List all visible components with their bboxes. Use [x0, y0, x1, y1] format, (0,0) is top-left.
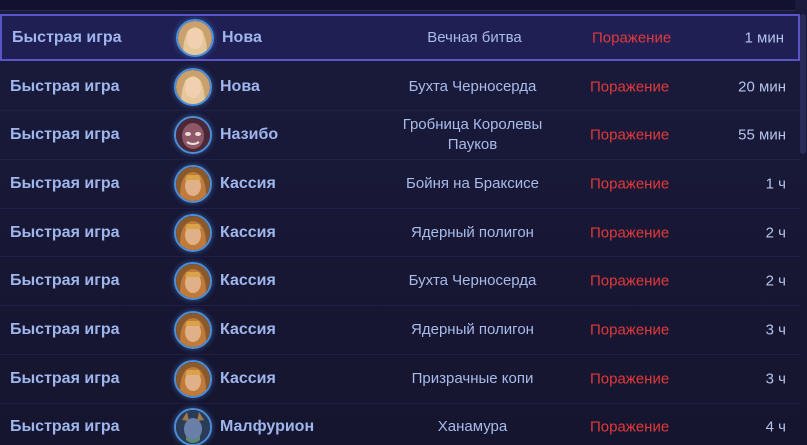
hero-name: Малфурион	[220, 418, 315, 436]
map-name-line: Ядерный полигон	[411, 320, 534, 338]
time-ago: 20 мин	[738, 78, 786, 96]
map-name: Призрачные копи	[370, 369, 575, 389]
match-result: Поражение	[590, 126, 670, 144]
match-history-list: Быстрая игра Нова Вечная битва Поражение…	[0, 14, 800, 445]
map-name: Ядерный полигон	[370, 223, 575, 243]
match-row[interactable]: Быстрая игра Кассия Бойня на Браксисе По…	[0, 160, 800, 209]
hero-name: Кассия	[220, 174, 276, 192]
match-result: Поражение	[590, 418, 670, 436]
game-mode: Быстрая игра	[12, 28, 122, 46]
match-row[interactable]: Быстрая игра Малфурион Ханамура Поражени…	[0, 404, 800, 445]
time-ago: 2 ч	[765, 224, 786, 242]
nazeebo-portrait-icon	[174, 116, 212, 155]
cassia-portrait-icon	[174, 310, 212, 349]
map-name: Бойня на Браксисе	[370, 174, 575, 194]
game-mode: Быстрая игра	[10, 272, 120, 290]
time-ago: 3 ч	[765, 321, 786, 339]
time-ago: 3 ч	[765, 370, 786, 388]
time-ago: 1 мин	[744, 29, 785, 46]
hero-name: Нова	[222, 28, 262, 46]
map-name-line: Призрачные копи	[411, 369, 534, 387]
match-result: Поражение	[592, 29, 672, 46]
map-name-line: Гробница Королевы	[402, 116, 543, 134]
map-name-line: Ядерный полигон	[411, 223, 534, 241]
map-name-line: Бойня на Браксисе	[406, 174, 539, 192]
time-ago: 1 ч	[765, 175, 786, 193]
malfurion-portrait-icon	[174, 408, 212, 445]
match-row[interactable]: Быстрая игра Назибо Гробница Королевы Па…	[0, 111, 800, 161]
match-row[interactable]: Быстрая игра Кассия Ядерный полигон Пора…	[0, 306, 800, 355]
match-row[interactable]: Быстрая игра Кассия Призрачные копи Пора…	[0, 355, 800, 404]
game-mode: Быстрая игра	[10, 320, 120, 338]
hero-name: Кассия	[220, 369, 276, 387]
map-name-line: Бухта Черносерда	[408, 77, 537, 95]
map-name-line: Ханамура	[437, 418, 508, 436]
nova-portrait-icon	[176, 18, 214, 57]
map-name-line: Бухта Черносерда	[408, 272, 537, 290]
panel-header-strip	[0, 0, 795, 11]
match-result: Поражение	[590, 370, 670, 388]
game-mode: Быстрая игра	[10, 418, 120, 436]
map-name: Бухта Черносерда	[370, 77, 575, 97]
cassia-portrait-icon	[174, 359, 212, 398]
match-history-panel: Быстрая игра Нова Вечная битва Поражение…	[0, 0, 807, 445]
game-mode: Быстрая игра	[10, 126, 120, 144]
hero-name: Назибо	[220, 126, 279, 144]
map-name-line: Вечная битва	[427, 28, 522, 46]
map-name: Ханамура	[370, 417, 575, 437]
game-mode: Быстрая игра	[10, 223, 120, 241]
time-ago: 4 ч	[765, 418, 786, 436]
map-name-line: Пауков	[447, 136, 498, 154]
match-row[interactable]: Быстрая игра Кассия Ядерный полигон Пора…	[0, 209, 800, 258]
match-result: Поражение	[590, 175, 670, 193]
match-result: Поражение	[590, 321, 670, 339]
match-result: Поражение	[590, 78, 670, 96]
time-ago: 55 мин	[738, 126, 786, 144]
hero-name: Кассия	[220, 223, 276, 241]
hero-name: Кассия	[220, 272, 276, 290]
match-row[interactable]: Быстрая игра Нова Вечная битва Поражение…	[0, 14, 800, 61]
map-name: Вечная битва	[372, 28, 577, 48]
game-mode: Быстрая игра	[10, 174, 120, 192]
cassia-portrait-icon	[174, 213, 212, 252]
nova-portrait-icon	[174, 67, 212, 106]
time-ago: 2 ч	[765, 272, 786, 290]
game-mode: Быстрая игра	[10, 77, 120, 95]
map-name: Гробница Королевы Пауков	[370, 115, 575, 155]
hero-name: Нова	[220, 77, 260, 95]
scrollbar[interactable]	[800, 14, 806, 154]
map-name: Бухта Черносерда	[370, 271, 575, 291]
match-result: Поражение	[590, 272, 670, 290]
match-row[interactable]: Быстрая игра Нова Бухта Черносерда Пораж…	[0, 63, 800, 112]
map-name: Ядерный полигон	[370, 320, 575, 340]
match-result: Поражение	[590, 224, 670, 242]
cassia-portrait-icon	[174, 262, 212, 301]
cassia-portrait-icon	[174, 164, 212, 203]
hero-name: Кассия	[220, 320, 276, 338]
game-mode: Быстрая игра	[10, 369, 120, 387]
match-row[interactable]: Быстрая игра Кассия Бухта Черносерда Пор…	[0, 257, 800, 307]
